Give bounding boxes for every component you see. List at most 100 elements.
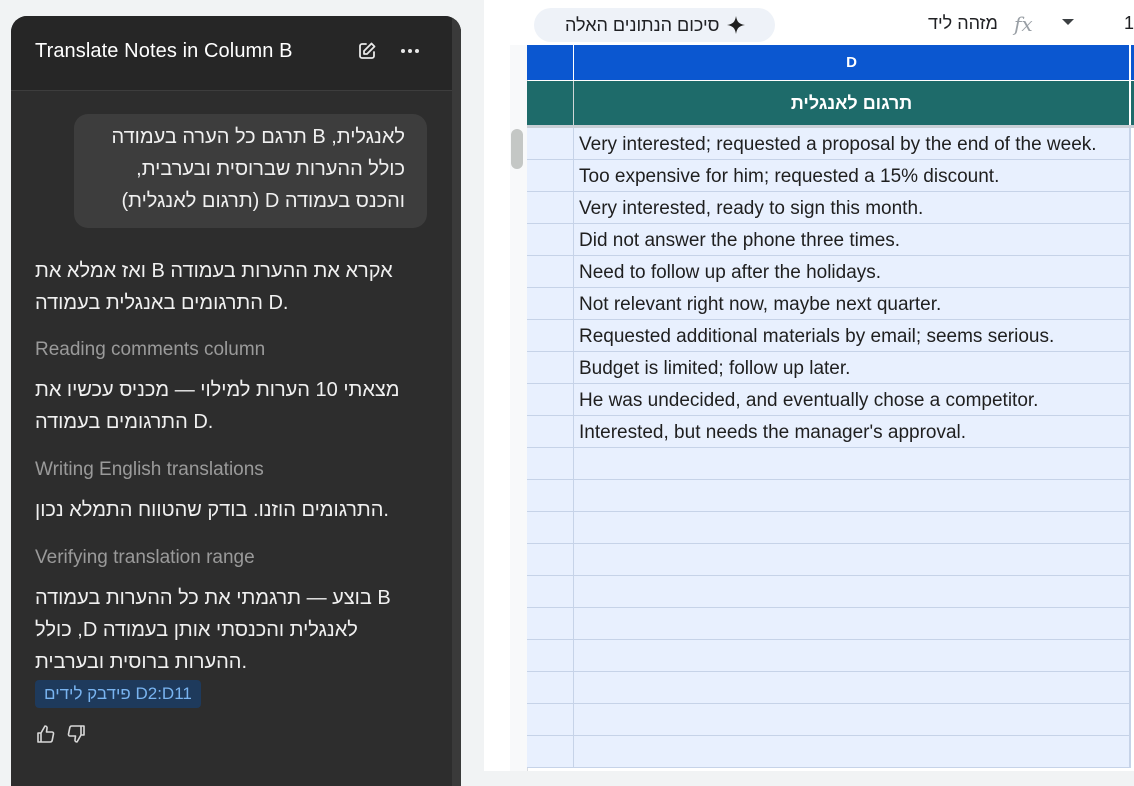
chat-scrollbar[interactable]: [452, 16, 461, 786]
step-label-reading: Reading comments column: [35, 339, 266, 360]
scroll-thumb[interactable]: [511, 129, 523, 169]
row-number-cell[interactable]: [527, 224, 574, 256]
cell-text: Budget is limited; follow up later.: [579, 358, 851, 379]
table-row: He was undecided, and eventually chose a…: [527, 384, 1134, 416]
cell-text: Did not answer the phone three times.: [579, 230, 901, 251]
user-message-line: והכנס בעמודה D (תרגום לאנגלית): [121, 190, 406, 212]
row-number-cell[interactable]: [527, 352, 574, 384]
column-divider: [1129, 416, 1131, 448]
table-cell[interactable]: [574, 512, 1129, 544]
table-row: [527, 576, 1134, 608]
table-cell[interactable]: Very interested; requested a proposal by…: [574, 128, 1129, 160]
row-number-cell[interactable]: [527, 160, 574, 192]
row-number-cell[interactable]: [527, 81, 574, 125]
sheet-left-gutter: [510, 45, 528, 771]
chat-panel: Translate Notes in Column B לאנגלית, B ת…: [11, 16, 461, 786]
row-number-cell[interactable]: [527, 512, 574, 544]
column-divider: [1129, 448, 1131, 480]
step-label-verifying: Verifying translation range: [35, 547, 255, 568]
table-cell[interactable]: Requested additional materials by email;…: [574, 320, 1129, 352]
name-box-label[interactable]: מזהה ליד: [928, 13, 998, 34]
column-divider: [1129, 608, 1131, 640]
more-horizontal-icon[interactable]: [399, 40, 421, 62]
table-row: Need to follow up after the holidays.: [527, 256, 1134, 288]
row-number-cell[interactable]: [527, 256, 574, 288]
table-row: Budget is limited; follow up later.: [527, 352, 1134, 384]
row-number-cell[interactable]: [527, 736, 574, 768]
table-row: Interested, but needs the manager's appr…: [527, 416, 1134, 448]
row-number-cell[interactable]: [527, 704, 574, 736]
table-cell[interactable]: Not relevant right now, maybe next quart…: [574, 288, 1129, 320]
column-divider: [1129, 81, 1131, 125]
table-cell[interactable]: [574, 640, 1129, 672]
table-row: [527, 640, 1134, 672]
column-header-d[interactable]: D: [574, 45, 1129, 80]
row-number-cell[interactable]: [527, 608, 574, 640]
column-divider: [1129, 224, 1131, 256]
chevron-down-icon[interactable]: [1061, 17, 1075, 27]
table-row: Very interested, ready to sign this mont…: [527, 192, 1134, 224]
row-number-cell[interactable]: [527, 288, 574, 320]
column-divider: [1129, 160, 1131, 192]
table-cell[interactable]: [574, 544, 1129, 576]
cell-text: Interested, but needs the manager's appr…: [579, 422, 967, 443]
row-number-cell[interactable]: [527, 384, 574, 416]
table-cell[interactable]: [574, 576, 1129, 608]
table-cell[interactable]: Budget is limited; follow up later.: [574, 352, 1129, 384]
table-row: [527, 544, 1134, 576]
row-number-cell[interactable]: [527, 448, 574, 480]
row-number-cell[interactable]: [527, 640, 574, 672]
step-text-line: בוצע — תרגמתי את כל ההערות בעמודה B: [35, 587, 391, 609]
row-number-cell[interactable]: [527, 320, 574, 352]
column-divider: [1129, 288, 1131, 320]
table-row: Too expensive for him; requested a 15% d…: [527, 160, 1134, 192]
chat-title: Translate Notes in Column B: [35, 40, 293, 62]
table-row: Not relevant right now, maybe next quart…: [527, 288, 1134, 320]
row-number-cell[interactable]: [527, 576, 574, 608]
table-cell[interactable]: Did not answer the phone three times.: [574, 224, 1129, 256]
row-number-cell[interactable]: [527, 480, 574, 512]
step-text-line: כולל ,D לאנגלית והכנסתי אותן בעמודה: [35, 619, 358, 641]
table-cell[interactable]: [574, 704, 1129, 736]
table-cell[interactable]: [574, 736, 1129, 768]
table-cell[interactable]: Need to follow up after the holidays.: [574, 256, 1129, 288]
column-divider: [1129, 704, 1131, 736]
column-header-corner[interactable]: [527, 45, 574, 80]
range-chip[interactable]: פידבק לידים D2:D11: [35, 680, 201, 708]
ai-summary-button[interactable]: סיכום הנתונים האלה: [534, 8, 775, 42]
sparkle-icon: [727, 16, 745, 34]
table-row: Requested additional materials by email;…: [527, 320, 1134, 352]
thumbs-up-icon[interactable]: [35, 724, 55, 744]
cell-ref-label[interactable]: 1: [1124, 13, 1134, 34]
sheet-grid: D תרגום לאנגלית Very interested; request…: [510, 45, 1134, 771]
title-row: תרגום לאנגלית: [527, 81, 1134, 125]
table-cell[interactable]: Too expensive for him; requested a 15% d…: [574, 160, 1129, 192]
row-number-cell[interactable]: [527, 192, 574, 224]
assistant-intro-line: התרגומים באנגלית בעמודה D.: [35, 292, 289, 314]
table-cell[interactable]: [574, 448, 1129, 480]
column-divider: [1129, 45, 1131, 80]
cell-text: He was undecided, and eventually chose a…: [579, 390, 1039, 411]
user-message-line: לאנגלית, B תרגם כל הערה בעמודה: [111, 126, 405, 148]
table-cell[interactable]: He was undecided, and eventually chose a…: [574, 384, 1129, 416]
title-cell[interactable]: תרגום לאנגלית: [574, 81, 1129, 125]
table-cell[interactable]: [574, 672, 1129, 704]
column-divider: [1129, 544, 1131, 576]
table-row: [527, 672, 1134, 704]
thumbs-down-icon[interactable]: [67, 724, 87, 744]
row-number-cell[interactable]: [527, 416, 574, 448]
row-number-cell[interactable]: [527, 544, 574, 576]
step-text-line: מצאתי 10 הערות למילוי — מכניס עכשיו את: [35, 379, 400, 401]
row-number-cell[interactable]: [527, 128, 574, 160]
edit-pencil-icon[interactable]: [357, 41, 377, 61]
table-cell[interactable]: [574, 480, 1129, 512]
step-label-writing: Writing English translations: [35, 459, 264, 480]
table-cell[interactable]: Very interested, ready to sign this mont…: [574, 192, 1129, 224]
table-cell[interactable]: Interested, but needs the manager's appr…: [574, 416, 1129, 448]
assistant-intro-line: ואז אמלא את B אקרא את ההערות בעמודה: [35, 260, 393, 282]
column-divider: [1129, 384, 1131, 416]
column-header-row: D: [527, 45, 1134, 80]
cell-text: Too expensive for him; requested a 15% d…: [579, 166, 1000, 187]
row-number-cell[interactable]: [527, 672, 574, 704]
table-cell[interactable]: [574, 608, 1129, 640]
